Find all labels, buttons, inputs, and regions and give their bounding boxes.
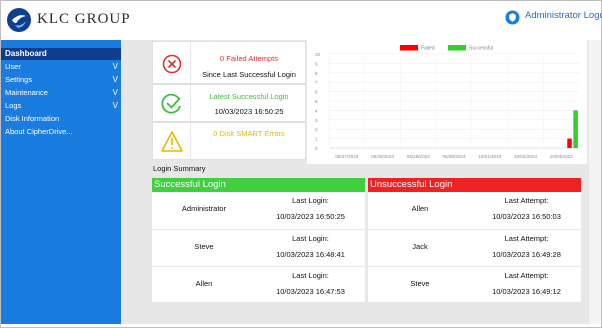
user-menu[interactable]: Administrator Logout (525, 10, 602, 21)
smart-errors-count: 0 Disk SMART Errors (213, 129, 285, 138)
login-chart: 0 1 2 3 4 5 6 7 8 9 10 05/27/2023 05/28/2023 05/29/20… (307, 40, 587, 164)
bar-successful (573, 110, 578, 148)
latest-login-time: 10/03/2023 16:50:25 (214, 107, 284, 116)
legend-swatch (400, 45, 418, 51)
x-tick-label: 05/27/2023 (335, 154, 358, 159)
x-tick-label: 10/03/2023 (550, 154, 573, 159)
last-attempt-label: Last Attempt: (504, 196, 549, 205)
klc-logo-icon (7, 8, 31, 32)
x-tick-label: 10/01/2023 (478, 154, 501, 159)
sidebar-item-label: Logs (5, 101, 22, 110)
user-name: Jack (412, 242, 428, 251)
last-login-label: Last Login: (292, 234, 329, 243)
legend-label: Successful (469, 46, 493, 52)
brand-name: KLC GROUP (37, 11, 131, 27)
user-name: Steve (194, 242, 214, 251)
successful-login-panel: Successful Login Administrator Last Logi… (152, 178, 365, 302)
user-name: Administrator (181, 204, 227, 213)
y-tick-label: 3 (315, 118, 318, 123)
last-login-time: 10/03/2023 16:50:25 (276, 212, 345, 221)
last-login-label: Last Login: (292, 196, 329, 205)
y-tick-label: 2 (315, 127, 318, 132)
chevron-down-icon[interactable]: V (113, 100, 118, 112)
successful-login-heading: Successful Login (152, 178, 365, 192)
warning-triangle-icon (161, 131, 183, 152)
sidebar: Dashboard User V Settings V Maintenance … (1, 40, 121, 324)
login-chart-svg: 0 1 2 3 4 5 6 7 8 9 10 05/27/2023 05/28/2023 05/29/20… (315, 45, 579, 159)
y-tick-label: 1 (315, 137, 318, 142)
y-tick-label: 9 (315, 61, 318, 66)
table-row: Steve Last Login: 10/03/2023 16:48:41 (152, 229, 365, 265)
user-name: Steve (410, 279, 430, 288)
x-tick-label: 05/28/2023 (371, 154, 394, 159)
last-attempt-time: 10/03/2023 16:49:12 (492, 287, 561, 296)
last-login-time: 10/03/2023 16:48:41 (276, 250, 345, 259)
smart-errors-card: 0 Disk SMART Errors (152, 122, 306, 160)
y-tick-label: 10 (315, 52, 321, 57)
logout-link[interactable]: Logout (584, 10, 602, 21)
legend-swatch (448, 45, 466, 51)
y-tick-label: 7 (315, 80, 318, 85)
last-login-time: 10/03/2023 16:47:53 (276, 287, 345, 296)
user-name: Allen (195, 279, 213, 288)
last-attempt-time: 10/03/2023 16:50:03 (492, 212, 561, 221)
x-tick-label: 10/02/2023 (514, 154, 537, 159)
sidebar-item-dashboard[interactable]: Dashboard (1, 48, 121, 60)
unsuccessful-login-panel: Unsuccessful Login Allen Last Attempt: 1… (368, 178, 581, 302)
table-row: Jack Last Attempt: 10/03/2023 16:49:28 (368, 229, 581, 265)
failed-attempts-caption: Since Last Successful Login (202, 70, 296, 79)
sidebar-item-label: Dashboard (5, 49, 47, 58)
x-circle-icon (162, 54, 182, 74)
y-tick-label: 5 (315, 99, 318, 104)
sidebar-item-logs[interactable]: Logs V (1, 100, 121, 112)
latest-login-card: Latest Successful Login 10/03/2023 16:50… (152, 84, 306, 122)
sidebar-item-settings[interactable]: Settings V (1, 74, 121, 86)
x-tick-label: 05/30/2023 (443, 154, 466, 159)
sidebar-item-about[interactable]: About CipherDrive... (1, 126, 121, 138)
sidebar-item-user[interactable]: User V (1, 61, 121, 73)
chevron-down-icon[interactable]: V (113, 61, 118, 73)
last-attempt-label: Last Attempt: (504, 271, 549, 280)
y-tick-label: 0 (315, 146, 318, 151)
table-row: Steve Last Attempt: 10/03/2023 16:49:12 (368, 266, 581, 302)
sidebar-item-label: Settings (5, 75, 33, 84)
table-row: Administrator Last Login: 10/03/2023 16:… (152, 192, 365, 228)
x-tick-label: 05/29/2023 (407, 154, 430, 159)
bar-failed (567, 138, 572, 148)
last-login-label: Last Login: (292, 271, 329, 280)
top-bar: KLC GROUP Administrator Logout (1, 1, 602, 37)
user-name: Allen (411, 204, 429, 213)
last-attempt-label: Last Attempt: (504, 234, 549, 243)
legend-label: Failed (421, 46, 435, 52)
scrollbar[interactable] (589, 40, 601, 324)
chevron-down-icon[interactable]: V (113, 87, 118, 99)
latest-login-title: Latest Successful Login (209, 92, 289, 101)
login-summary-title: Login Summary (153, 164, 206, 173)
y-tick-label: 6 (315, 90, 318, 95)
sidebar-item-label: Disk Information (5, 114, 60, 123)
sidebar-item-label: About CipherDrive... (5, 127, 73, 136)
stat-icon-cell (153, 85, 191, 121)
table-row: Allen Last Login: 10/03/2023 16:47:53 (152, 266, 365, 302)
stat-icon-cell (153, 123, 191, 159)
username-label[interactable]: Administrator (525, 10, 581, 21)
y-tick-label: 8 (315, 71, 318, 76)
failed-attempts-count: 0 Failed Attempts (220, 54, 278, 63)
table-row: Allen Last Attempt: 10/03/2023 16:50:03 (368, 192, 581, 228)
sidebar-item-label: Maintenance (5, 88, 48, 97)
failed-attempts-card: 0 Failed Attempts Since Last Successful … (152, 41, 306, 84)
check-circle-icon (161, 93, 181, 114)
sidebar-item-label: User (5, 62, 21, 71)
stat-icon-cell (153, 42, 191, 83)
last-attempt-time: 10/03/2023 16:49:28 (492, 250, 561, 259)
chevron-down-icon[interactable]: V (113, 74, 118, 86)
user-shield-icon[interactable] (505, 10, 520, 25)
sidebar-item-disk-information[interactable]: Disk Information (1, 113, 121, 125)
unsuccessful-login-heading: Unsuccessful Login (368, 178, 581, 192)
sidebar-item-maintenance[interactable]: Maintenance V (1, 87, 121, 99)
y-tick-label: 4 (315, 108, 318, 113)
